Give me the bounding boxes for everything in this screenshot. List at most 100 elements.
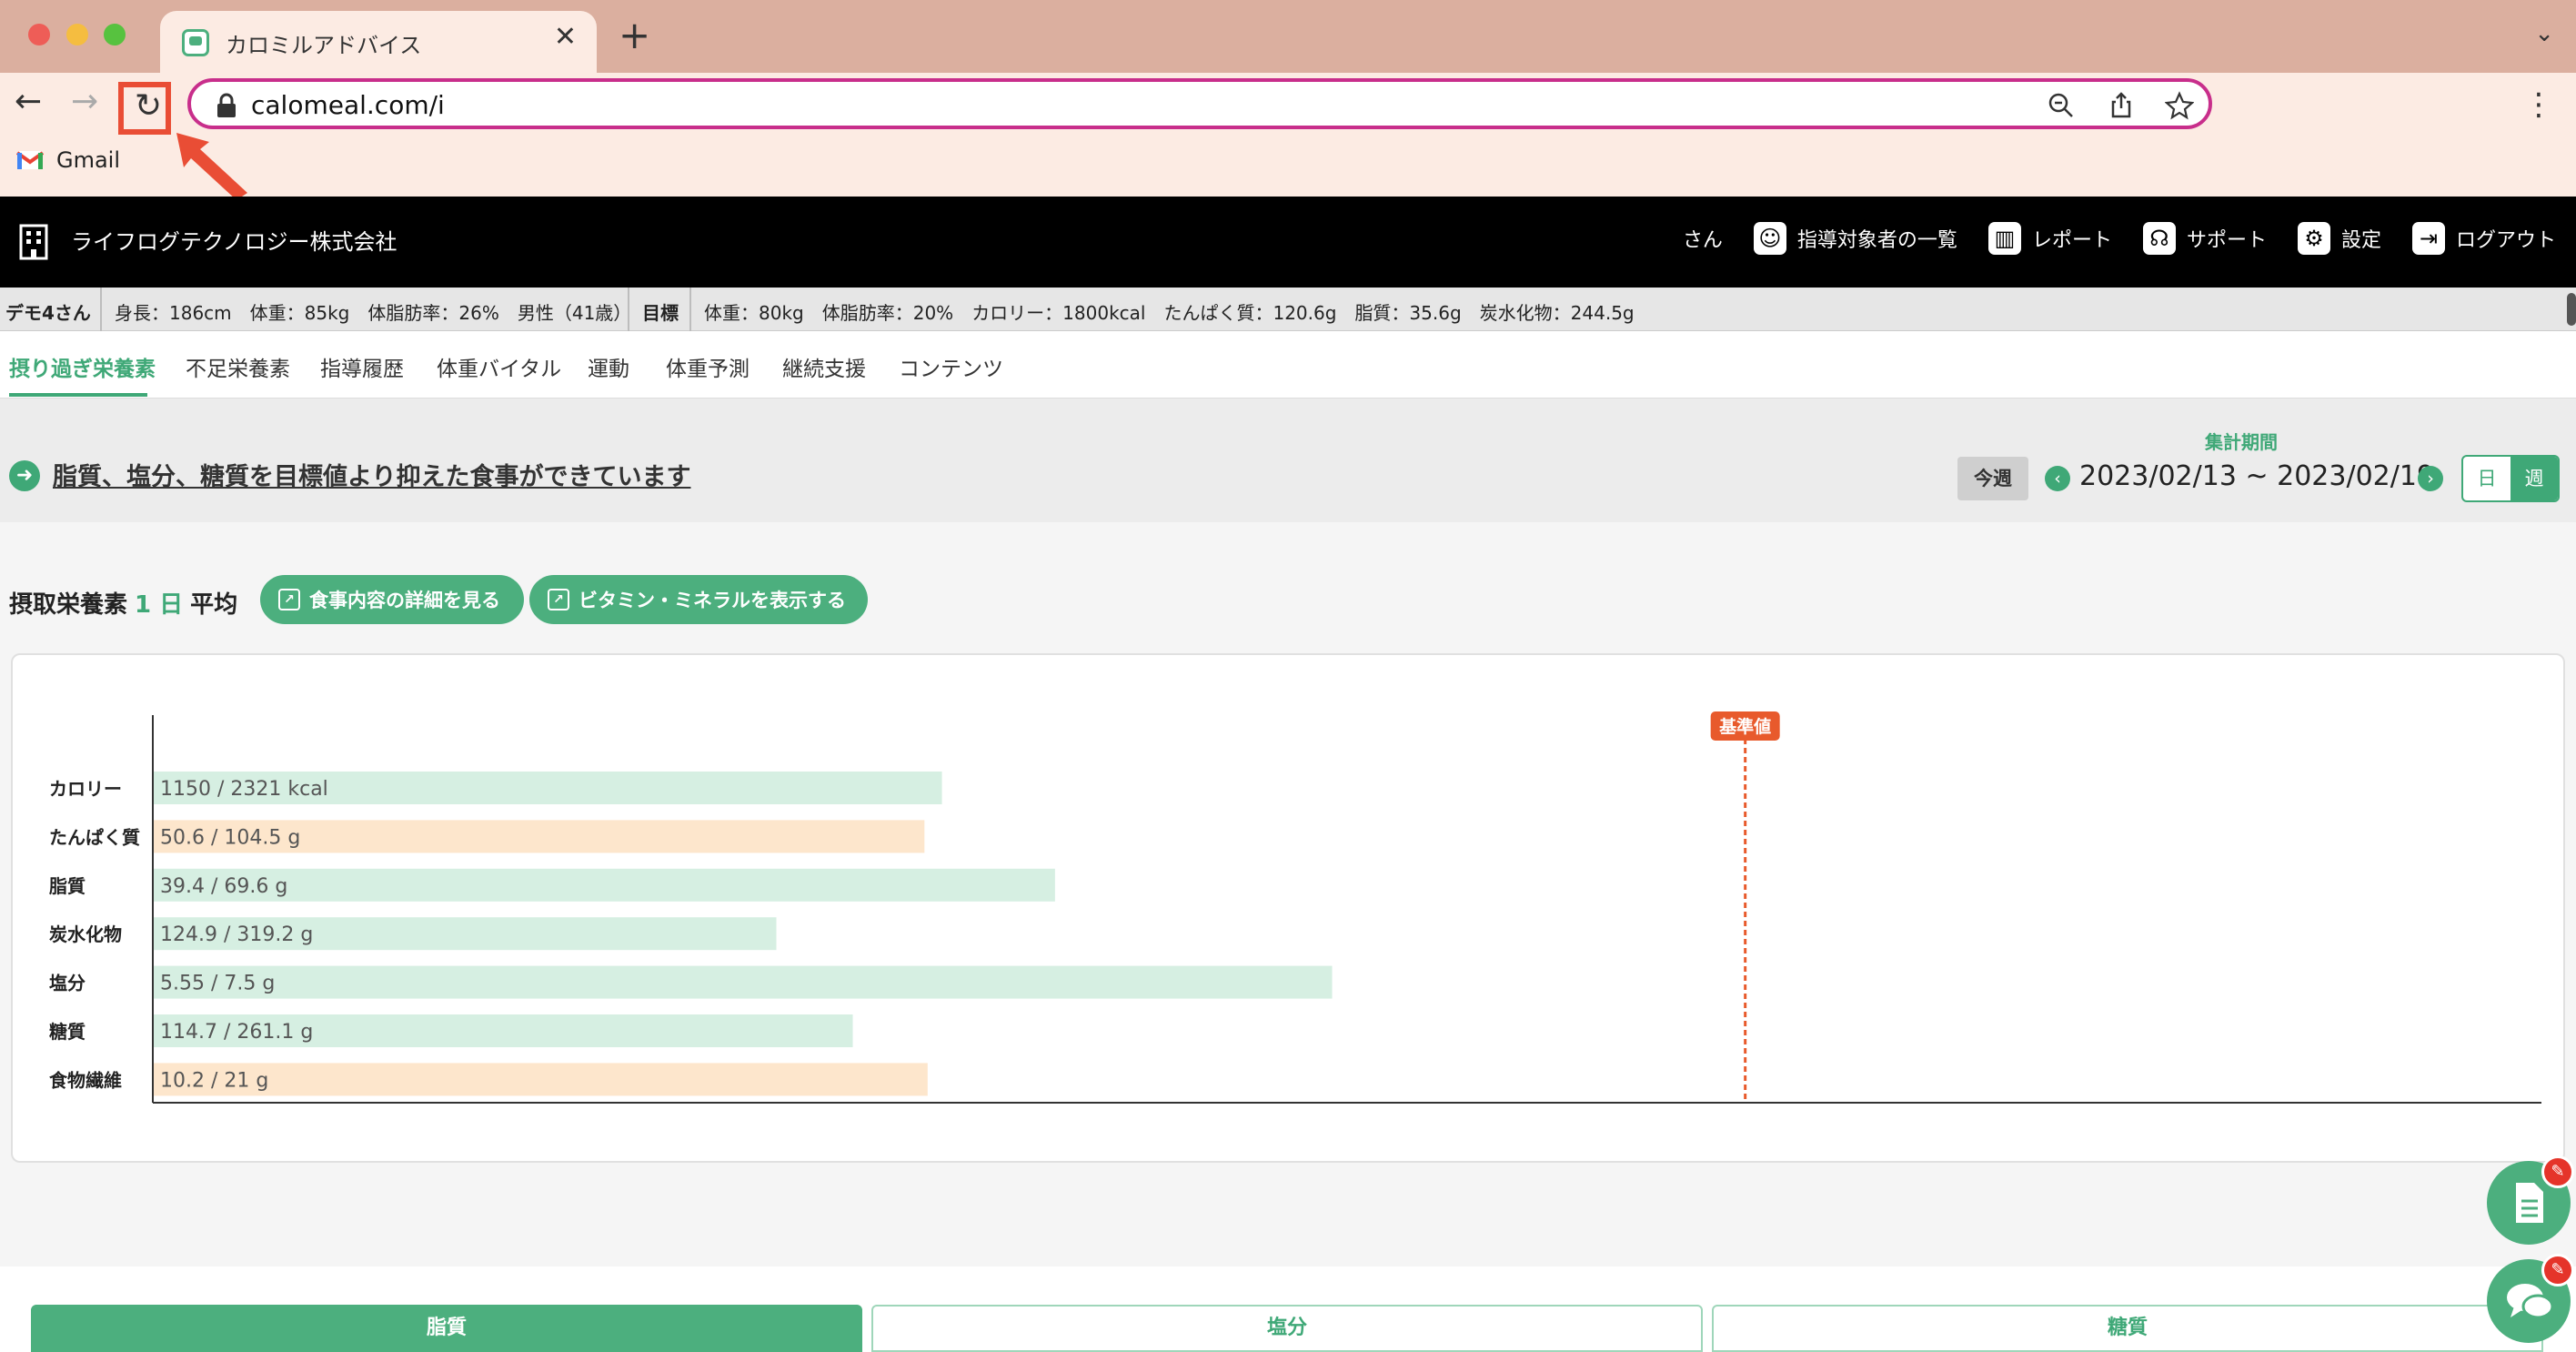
active-tab-indicator [9, 393, 147, 397]
tab-continuation-support[interactable]: 継続支援 [782, 351, 866, 382]
bar-value-label: 39.4 / 69.6 g [160, 875, 287, 898]
intake-title: 摂取栄養素 1 日 平均 [9, 586, 237, 620]
pencil-icon: ✎ [2541, 1254, 2574, 1286]
user-name: さん [1682, 229, 1723, 252]
forward-button[interactable]: → [71, 86, 98, 118]
tab-contents[interactable]: コンテンツ [899, 351, 1003, 382]
gear-icon: ⚙ [2297, 222, 2330, 255]
bottom-tab-fat[interactable]: 脂質 [31, 1305, 862, 1352]
address-bar[interactable]: calomeal.com/i [187, 78, 2212, 129]
client-sex-age: 男性（41歳） [517, 302, 632, 324]
nav-report[interactable]: ▥ レポート [1987, 222, 2112, 255]
reload-button[interactable]: ↻ [118, 82, 171, 135]
bottom-tab-sugar[interactable]: 糖質 [1712, 1305, 2543, 1352]
bar-value-label: 5.55 / 7.5 g [160, 973, 275, 995]
category-label: たんぱく質 [49, 826, 140, 848]
prev-period-button[interactable]: ‹ [2045, 466, 2070, 491]
nav-label: レポート [2031, 229, 2112, 252]
client-stats: 身長：186cm 体重：85kg 体脂肪率：26% 男性（41歳） [115, 298, 631, 325]
browser-tab-bar: カロミルアドバイス ✕ + ⌄ [0, 0, 2576, 73]
bar-value-label: 124.9 / 319.2 g [160, 923, 313, 946]
show-vitamins-minerals-button[interactable]: ↗ ビタミン・ミネラルを表示する [529, 575, 868, 624]
bar-chart-icon: ▥ [1987, 222, 2021, 255]
divider [628, 288, 629, 331]
goal-carb: 炭水化物：244.5g [1479, 302, 1635, 324]
bottom-tab-salt[interactable]: 塩分 [871, 1305, 1703, 1352]
window-zoom-button[interactable] [104, 24, 126, 45]
bookmark-gmail[interactable]: Gmail [16, 147, 120, 173]
category-label: 炭水化物 [49, 923, 122, 945]
headset-icon: ☊ [2142, 222, 2176, 255]
bar-value-label: 50.6 / 104.5 g [160, 826, 300, 849]
nutrient-chart-panel: カロリー 1150 / 2321 kcal たんぱく質 50.6 / 104.5 g 脂… [11, 653, 2565, 1163]
tab-title: カロミルアドバイス [226, 33, 422, 58]
nutrient-bar-chart: カロリー 1150 / 2321 kcal たんぱく質 50.6 / 104.5 g 脂… [49, 711, 2541, 1104]
browser-menu-icon[interactable]: ⋮ [2523, 89, 2554, 120]
external-link-icon: ↗ [278, 589, 300, 610]
nutrient-bar [154, 965, 1333, 999]
logout-icon: ⇥ [2411, 222, 2445, 255]
tab-exercise[interactable]: 運動 [588, 351, 629, 382]
button-label: 食事内容の詳細を見る [309, 590, 500, 611]
company-name: ライフログテクノロジー株式会社 [71, 229, 397, 255]
browser-tab[interactable]: カロミルアドバイス ✕ [160, 11, 597, 73]
next-period-button[interactable]: › [2418, 466, 2443, 491]
zoom-icon[interactable] [2047, 91, 2076, 120]
nav-logout[interactable]: ⇥ ログアウト [2411, 222, 2556, 255]
goal-stats: 体重：80kg 体脂肪率：20% カロリー：1800kcal たんぱく質：120… [704, 298, 1635, 325]
nav-client-list[interactable]: ☺ 指導対象者の一覧 [1753, 222, 1957, 255]
nav-support[interactable]: ☊ サポート [2142, 222, 2267, 255]
nav-label: サポート [2186, 229, 2267, 252]
goal-label: 目標 [642, 302, 679, 324]
client-height: 身長：186cm [115, 302, 232, 324]
button-label: ビタミン・ミネラルを表示する [579, 590, 846, 611]
view-meal-details-button[interactable]: ↗ 食事内容の詳細を見る [260, 575, 524, 624]
day-week-toggle: 日 週 [2461, 455, 2560, 502]
summary-message[interactable]: 脂質、塩分、糖質を目標値より抑えた食事ができています [53, 457, 690, 492]
tab-deficient-nutrients[interactable]: 不足栄養素 [186, 351, 290, 382]
category-label: 脂質 [49, 875, 86, 897]
divider [689, 288, 691, 331]
category-label: 糖質 [49, 1021, 86, 1043]
goal-calorie: カロリー：1800kcal [971, 302, 1146, 324]
tab-weight-vitals[interactable]: 体重バイタル [437, 351, 561, 382]
lock-icon [217, 93, 236, 117]
category-label: 塩分 [49, 973, 86, 994]
chat-fab-button[interactable]: ✎ [2487, 1254, 2574, 1343]
window-close-button[interactable] [28, 24, 50, 45]
period-range: 2023/02/13 ~ 2023/02/19 [2079, 460, 2435, 492]
scrollbar-thumb[interactable] [2567, 293, 2576, 326]
nav-settings[interactable]: ⚙ 設定 [2297, 222, 2381, 255]
client-name: デモ4さん [5, 302, 91, 324]
annotation-arrow-icon [176, 133, 247, 200]
tab-search-icon[interactable]: ⌄ [2534, 22, 2554, 45]
toggle-day[interactable]: 日 [2463, 457, 2511, 500]
bar-value-label: 10.2 / 21 g [160, 1069, 268, 1092]
bar-value-label: 114.7 / 261.1 g [160, 1021, 313, 1044]
client-body-fat: 体脂肪率：26% [367, 302, 499, 324]
gmail-icon [16, 151, 44, 169]
browser-toolbar: ← → ↻ calomeal.com/i ⋮ Gmail [0, 73, 2576, 206]
new-tab-button[interactable]: + [619, 16, 650, 55]
tab-weight-forecast[interactable]: 体重予測 [666, 351, 750, 382]
tab-excess-nutrients[interactable]: 摂り過ぎ栄養素 [9, 351, 156, 382]
share-icon[interactable] [2107, 91, 2136, 120]
toggle-week[interactable]: 週 [2511, 457, 2558, 500]
intake-title-prefix: 摂取栄養素 [9, 591, 128, 619]
app-header: ライフログテクノロジー株式会社 さん ☺ 指導対象者の一覧 ▥ レポート ☊ サ… [0, 197, 2576, 288]
calomeal-favicon-icon [182, 29, 209, 56]
category-label: カロリー [49, 778, 122, 800]
url-text[interactable]: calomeal.com/i [251, 90, 445, 120]
pencil-icon: ✎ [2541, 1155, 2574, 1188]
back-button[interactable]: ← [15, 86, 42, 118]
note-fab-button[interactable]: ✎ [2487, 1155, 2574, 1245]
nav-label: 設定 [2340, 229, 2381, 252]
goal-weight: 体重：80kg [704, 302, 804, 324]
this-week-button[interactable]: 今週 [1957, 457, 2028, 500]
nav-label: 指導対象者の一覧 [1796, 229, 1957, 252]
bookmark-star-icon[interactable] [2165, 91, 2194, 120]
tab-guidance-history[interactable]: 指導履歴 [320, 351, 404, 382]
window-minimize-button[interactable] [66, 24, 88, 45]
tab-close-icon[interactable]: ✕ [554, 24, 577, 51]
nutrient-bar [154, 1063, 928, 1096]
